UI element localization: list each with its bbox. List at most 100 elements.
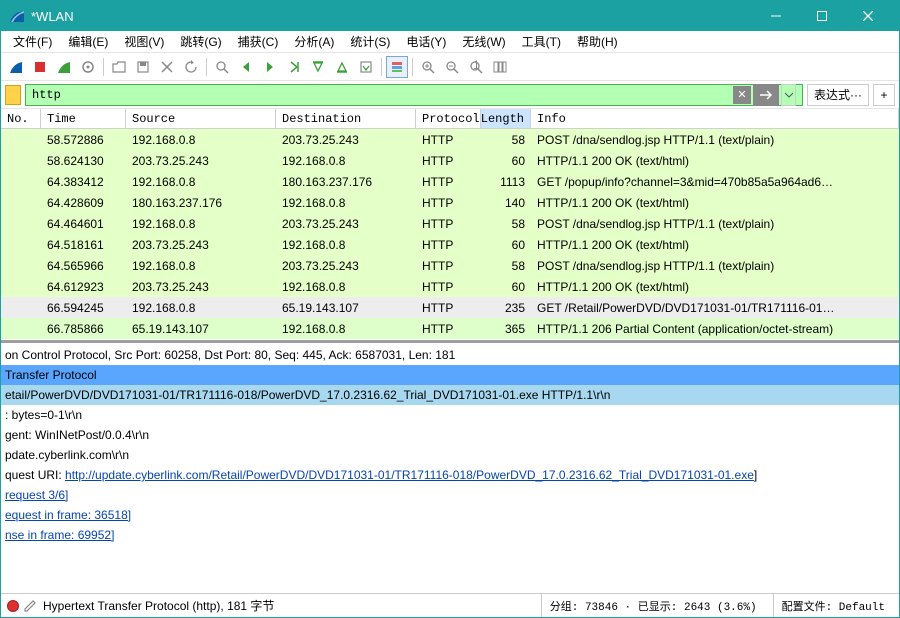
detail-line[interactable]: equest in frame: 36518] (1, 505, 899, 525)
go-back-icon[interactable] (235, 56, 257, 78)
column-length[interactable]: Length (481, 109, 531, 128)
menu-item[interactable]: 跳转(G) (174, 31, 227, 52)
go-to-packet-icon[interactable] (283, 56, 305, 78)
expert-info-icon[interactable] (7, 600, 19, 612)
save-file-icon[interactable] (132, 56, 154, 78)
restart-capture-icon[interactable] (53, 56, 75, 78)
column-no[interactable]: No. (1, 109, 41, 128)
cell-proto: HTTP (416, 133, 481, 147)
menu-item[interactable]: 分析(A) (288, 31, 340, 52)
separator (206, 58, 207, 76)
packet-row[interactable]: 64.383412192.168.0.8180.163.237.176HTTP1… (1, 171, 899, 192)
packet-row[interactable]: 64.428609180.163.237.176192.168.0.8HTTP1… (1, 192, 899, 213)
toolbar: 1 (1, 53, 899, 81)
packet-list-body[interactable]: 58.572886192.168.0.8203.73.25.243HTTP58P… (1, 129, 899, 339)
menu-item[interactable]: 无线(W) (456, 31, 511, 52)
reload-icon[interactable] (180, 56, 202, 78)
column-time[interactable]: Time (41, 109, 126, 128)
menu-item[interactable]: 文件(F) (7, 31, 58, 52)
detail-line[interactable]: etail/PowerDVD/DVD171031-01/TR171116-018… (1, 385, 899, 405)
cell-dst: 192.168.0.8 (276, 322, 416, 336)
menu-item[interactable]: 工具(T) (516, 31, 567, 52)
detail-line-selected[interactable]: Transfer Protocol (1, 365, 899, 385)
packet-details-pane[interactable]: on Control Protocol, Src Port: 60258, Ds… (1, 341, 899, 593)
detail-line[interactable]: quest URI: http://update.cyberlink.com/R… (1, 465, 899, 485)
menu-item[interactable]: 统计(S) (344, 31, 396, 52)
cell-len: 58 (481, 217, 531, 231)
column-info[interactable]: Info (531, 109, 899, 128)
close-file-icon[interactable] (156, 56, 178, 78)
start-capture-icon[interactable] (5, 56, 27, 78)
packet-row[interactable]: 58.572886192.168.0.8203.73.25.243HTTP58P… (1, 129, 899, 150)
status-profile[interactable]: 配置文件: Default (773, 594, 893, 617)
detail-line[interactable]: request 3/6] (1, 485, 899, 505)
apply-filter-icon[interactable] (753, 84, 779, 106)
minimize-button[interactable] (753, 1, 799, 31)
detail-line[interactable]: : bytes=0-1\r\n (1, 405, 899, 425)
cell-time: 64.428609 (41, 196, 126, 210)
cell-src: 192.168.0.8 (126, 259, 276, 273)
filter-text[interactable] (32, 88, 733, 102)
zoom-in-icon[interactable] (417, 56, 439, 78)
cell-time: 64.518161 (41, 238, 126, 252)
open-file-icon[interactable] (108, 56, 130, 78)
menu-item[interactable]: 电话(Y) (400, 31, 452, 52)
packet-row[interactable]: 66.78586665.19.143.107192.168.0.8HTTP365… (1, 318, 899, 339)
filter-bookmark-icon[interactable] (5, 85, 21, 105)
packet-row[interactable]: 64.518161203.73.25.243192.168.0.8HTTP60H… (1, 234, 899, 255)
expression-label: 表达式··· (814, 86, 862, 103)
clear-filter-icon[interactable]: ✕ (733, 86, 751, 104)
filter-history-icon[interactable] (781, 84, 796, 106)
packet-row[interactable]: 58.624130203.73.25.243192.168.0.8HTTP60H… (1, 150, 899, 171)
maximize-button[interactable] (799, 1, 845, 31)
expression-button[interactable]: 表达式··· (807, 84, 869, 106)
column-source[interactable]: Source (126, 109, 276, 128)
menu-item[interactable]: 编辑(E) (62, 31, 114, 52)
packet-row[interactable]: 64.565966192.168.0.8203.73.25.243HTTP58P… (1, 255, 899, 276)
cell-len: 58 (481, 259, 531, 273)
cell-dst: 192.168.0.8 (276, 154, 416, 168)
stop-capture-icon[interactable] (29, 56, 51, 78)
request-uri-link[interactable]: http://update.cyberlink.com/Retail/Power… (65, 468, 754, 482)
cell-dst: 180.163.237.176 (276, 175, 416, 189)
column-protocol[interactable]: Protocol (416, 109, 481, 128)
zoom-out-icon[interactable] (441, 56, 463, 78)
cell-time: 64.464601 (41, 217, 126, 231)
add-filter-button[interactable]: + (873, 84, 895, 106)
detail-line[interactable]: nse in frame: 69952] (1, 525, 899, 545)
cell-proto: HTTP (416, 301, 481, 315)
packet-row[interactable]: 64.464601192.168.0.8203.73.25.243HTTP58P… (1, 213, 899, 234)
cell-proto: HTTP (416, 196, 481, 210)
menu-item[interactable]: 帮助(H) (571, 31, 624, 52)
menu-item[interactable]: 捕获(C) (232, 31, 285, 52)
detail-line[interactable]: gent: WinINetPost/0.0.4\r\n (1, 425, 899, 445)
resize-columns-icon[interactable] (489, 56, 511, 78)
detail-line[interactable]: pdate.cyberlink.com\r\n (1, 445, 899, 465)
go-forward-icon[interactable] (259, 56, 281, 78)
go-first-icon[interactable] (307, 56, 329, 78)
packet-list-header[interactable]: No. Time Source Destination Protocol Len… (1, 109, 899, 129)
edit-icon[interactable] (23, 599, 37, 613)
colorize-icon[interactable] (386, 56, 408, 78)
packet-row[interactable]: 66.594245192.168.0.865.19.143.107HTTP235… (1, 297, 899, 318)
detail-link[interactable]: nse in frame: 69952] (5, 528, 114, 542)
titlebar[interactable]: *WLAN (1, 1, 899, 31)
find-packet-icon[interactable] (211, 56, 233, 78)
cell-len: 60 (481, 238, 531, 252)
column-destination[interactable]: Destination (276, 109, 416, 128)
display-filter-input[interactable]: ✕ (25, 84, 803, 106)
cell-src: 180.163.237.176 (126, 196, 276, 210)
menu-item[interactable]: 视图(V) (118, 31, 170, 52)
close-button[interactable] (845, 1, 891, 31)
detail-link[interactable]: equest in frame: 36518] (5, 508, 131, 522)
auto-scroll-icon[interactable] (355, 56, 377, 78)
zoom-reset-icon[interactable]: 1 (465, 56, 487, 78)
detail-link[interactable]: request 3/6] (5, 488, 68, 502)
cell-info: POST /dna/sendlog.jsp HTTP/1.1 (text/pla… (531, 217, 899, 231)
cell-src: 192.168.0.8 (126, 175, 276, 189)
packet-list-pane[interactable]: No. Time Source Destination Protocol Len… (1, 109, 899, 341)
packet-row[interactable]: 64.612923203.73.25.243192.168.0.8HTTP60H… (1, 276, 899, 297)
detail-line[interactable]: on Control Protocol, Src Port: 60258, Ds… (1, 345, 899, 365)
capture-options-icon[interactable] (77, 56, 99, 78)
go-last-icon[interactable] (331, 56, 353, 78)
